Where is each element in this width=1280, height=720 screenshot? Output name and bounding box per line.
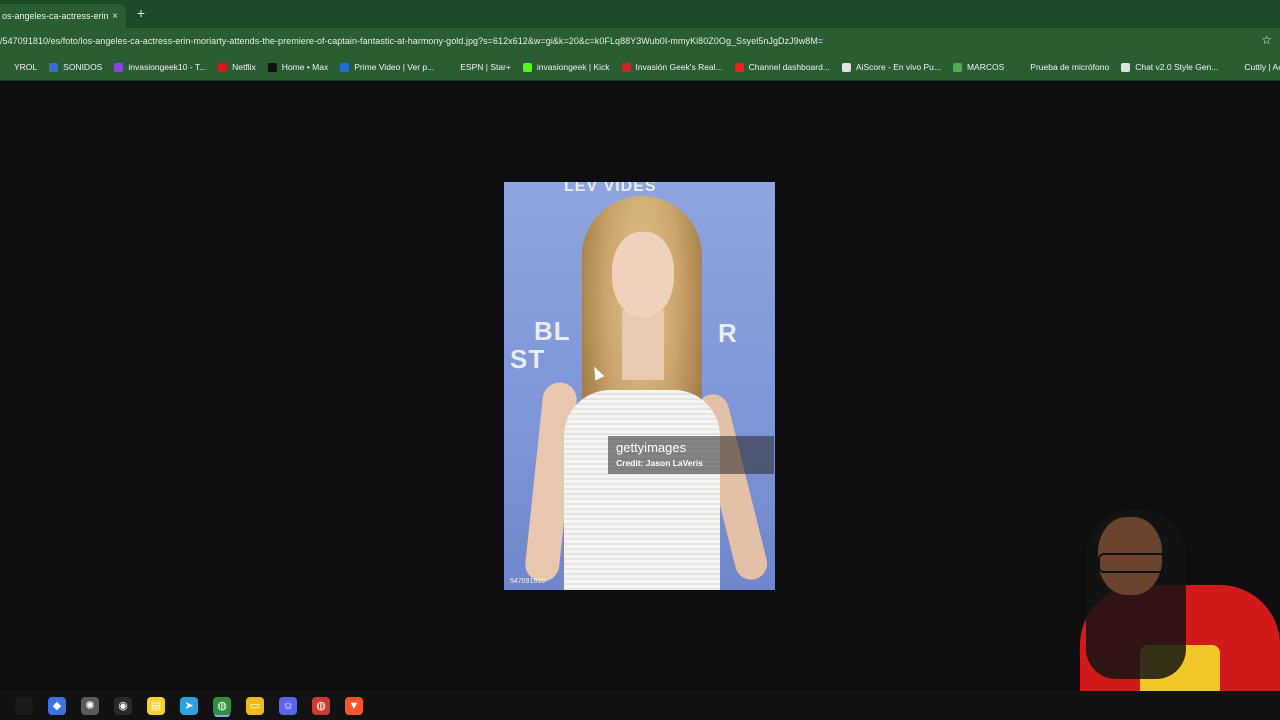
backdrop-text-right: R xyxy=(718,318,738,348)
bookmark-item[interactable]: MARCOS xyxy=(952,62,1005,72)
bookmark-item[interactable]: Prueba de micrófono xyxy=(1016,62,1109,72)
bookmark-star-icon[interactable]: ☆ xyxy=(1261,33,1272,47)
bookmark-item[interactable]: Channel dashboard... xyxy=(734,62,830,72)
bookmark-favicon-icon xyxy=(114,62,124,72)
bookmark-item[interactable]: ESPN | Star+ xyxy=(446,62,511,72)
settings-app-icon[interactable]: ✺ xyxy=(81,696,99,715)
bookmark-favicon-icon xyxy=(340,62,350,72)
bookmark-item[interactable]: invasiongeek | Kick xyxy=(522,62,610,72)
bookmark-favicon-icon xyxy=(267,62,277,72)
subject-neck xyxy=(622,310,664,380)
browser-tab[interactable]: os-angeles-ca-actress-erin-mo × xyxy=(0,4,126,28)
bookmark-label: Chat v2.0 Style Gen... xyxy=(1135,62,1219,72)
bookmark-label: Invasión Geek's Real... xyxy=(635,62,723,72)
bookmark-label: Netflix xyxy=(232,62,256,72)
streamer-webcam xyxy=(1040,505,1280,720)
bookmark-label: YROL xyxy=(14,62,38,72)
bookmark-favicon-icon xyxy=(841,62,851,72)
telegram-icon[interactable]: ➤ xyxy=(180,696,198,715)
bookmark-item[interactable]: Prime Video | Ver p... xyxy=(340,62,434,72)
bookmark-favicon-icon xyxy=(218,62,228,72)
bookmark-favicon-icon xyxy=(522,62,532,72)
bookmark-favicon-icon xyxy=(734,62,744,72)
photo-id: 547091810 xyxy=(510,578,546,585)
bookmark-item[interactable]: Netflix xyxy=(218,62,256,72)
bookmark-item[interactable]: Home • Max xyxy=(267,62,329,72)
bookmark-item[interactable]: AiScore - En vivo Pu... xyxy=(841,62,941,72)
bookmark-favicon-icon xyxy=(952,62,962,72)
discord-icon[interactable]: ☺ xyxy=(279,696,297,715)
bookmark-label: ESPN | Star+ xyxy=(460,62,511,72)
brave-icon[interactable]: ▼ xyxy=(345,696,363,715)
bookmark-favicon-icon xyxy=(621,62,631,72)
backdrop-text-left: BL xyxy=(534,316,571,346)
bookmark-item[interactable]: SONIDOS xyxy=(49,62,102,72)
bookmark-item[interactable]: Invasión Geek's Real... xyxy=(621,62,723,72)
getty-photo[interactable]: LEV VIDES BL ST R gettyimages Credit: Ja… xyxy=(504,182,775,590)
start-icon[interactable] xyxy=(15,696,33,715)
bookmark-label: invasiongeek10 - T... xyxy=(128,62,207,72)
bookmark-label: Cuttly | Acortador d... xyxy=(1244,62,1280,72)
bookmark-label: SONIDOS xyxy=(63,62,103,72)
bookmark-favicon-icon xyxy=(0,62,9,72)
backdrop-text-left2: ST xyxy=(510,344,546,374)
bookmark-label: Prueba de micrófono xyxy=(1030,62,1110,72)
bookmark-label: Channel dashboard... xyxy=(748,62,830,72)
photo-credit: Credit: Jason LaVeris xyxy=(616,458,703,468)
backdrop-text-top: LEV VIDES xyxy=(564,182,657,195)
getty-watermark: gettyimages Credit: Jason LaVeris xyxy=(608,436,774,474)
bookmark-favicon-icon xyxy=(1230,62,1240,72)
getty-logo: gettyimages xyxy=(616,440,687,455)
subject-dress xyxy=(564,390,720,590)
close-tab-icon[interactable]: × xyxy=(108,11,122,22)
bookmark-favicon-icon xyxy=(1016,62,1026,72)
notes-icon[interactable]: ▤ xyxy=(147,696,165,715)
obs-icon[interactable]: ◉ xyxy=(114,696,132,715)
bookmark-favicon-icon xyxy=(49,62,59,72)
copilot-icon[interactable]: ◆ xyxy=(48,696,66,715)
new-tab-button[interactable]: + xyxy=(134,5,148,21)
taskbar: ◆ ✺ ◉ ▤ ➤ ◍ ▭ ☺ ◍ ▼ xyxy=(0,691,1280,720)
bookmark-label: Prime Video | Ver p... xyxy=(354,62,435,72)
bookmark-item[interactable]: Chat v2.0 Style Gen... xyxy=(1121,62,1218,72)
bookmark-item[interactable]: YROL xyxy=(0,62,37,72)
bookmark-favicon-icon xyxy=(1121,62,1131,72)
webcam-glasses xyxy=(1098,553,1166,573)
bookmark-label: AiScore - En vivo Pu... xyxy=(855,62,941,72)
tab-strip: os-angeles-ca-actress-erin-mo × + xyxy=(0,0,1280,28)
address-bar[interactable]: /547091810/es/foto/los-angeles-ca-actres… xyxy=(0,36,823,46)
file-explorer-icon[interactable]: ▭ xyxy=(246,696,264,715)
bookmark-favicon-icon xyxy=(446,62,456,72)
tab-title: os-angeles-ca-actress-erin-mo xyxy=(2,11,108,21)
bookmark-label: Home • Max xyxy=(281,62,329,72)
chrome-profile-icon[interactable]: ◍ xyxy=(312,696,330,715)
subject-face xyxy=(612,232,674,318)
bookmark-label: MARCOS xyxy=(966,62,1005,72)
bookmarks-bar: YROL SONIDOS invasiongeek10 - T... Netflix H… xyxy=(0,54,1280,81)
bookmark-item[interactable]: invasiongeek10 - T... xyxy=(114,62,206,72)
bookmark-item[interactable]: Cuttly | Acortador d... xyxy=(1230,62,1280,72)
chrome-icon[interactable]: ◍ xyxy=(213,696,231,715)
bookmark-label: invasiongeek | Kick xyxy=(536,62,610,72)
